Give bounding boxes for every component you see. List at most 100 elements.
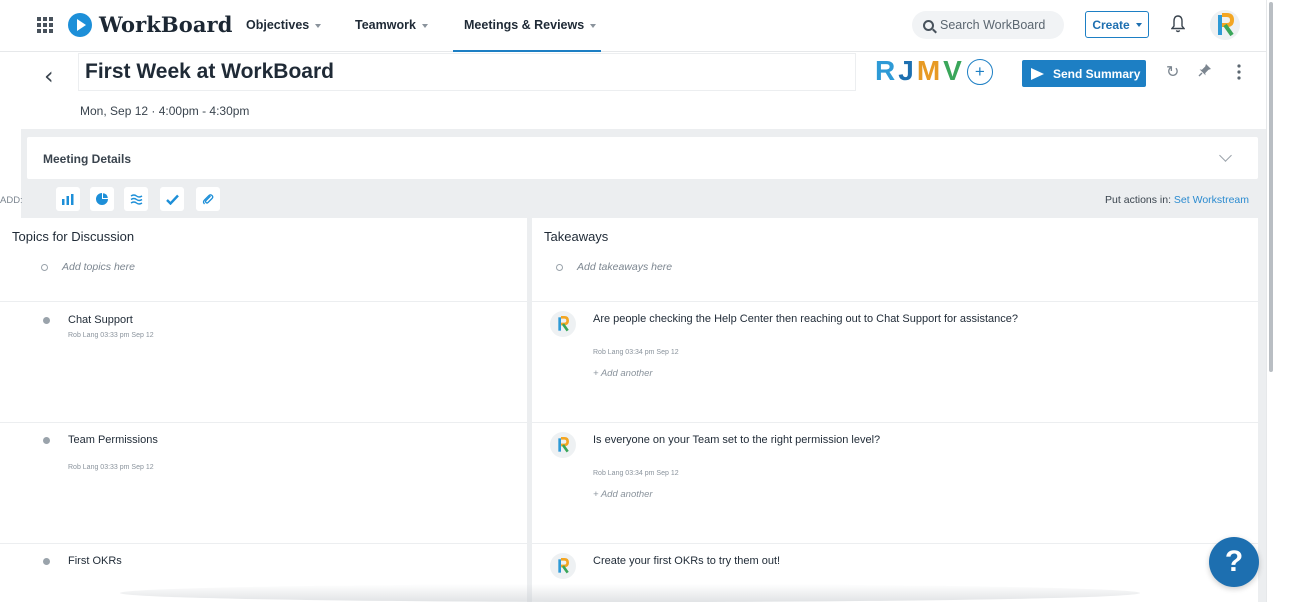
empty-bullet-icon xyxy=(41,263,48,271)
takeaway-item[interactable]: Create your first OKRs to try them out! xyxy=(550,553,780,579)
nav-meetings-label: Meetings & Reviews xyxy=(464,18,585,32)
chevron-down-icon[interactable] xyxy=(1219,149,1232,162)
topic-item[interactable]: Chat Support Rob Lang 03:33 pm Sep 12 xyxy=(43,314,154,339)
add-action-item-button[interactable] xyxy=(160,187,184,211)
takeaways-panel: Takeaways Add takeaways here Are people … xyxy=(532,218,1258,602)
bar-chart-icon xyxy=(62,193,74,205)
bullet-icon xyxy=(43,558,50,565)
takeaway-item[interactable]: Is everyone on your Team set to the righ… xyxy=(550,432,880,500)
divider xyxy=(532,543,1258,544)
search-icon xyxy=(923,19,934,31)
create-label: Create xyxy=(1092,17,1130,32)
caret-down-icon xyxy=(421,23,428,28)
add-attachment-button[interactable] xyxy=(196,187,220,211)
scrollbar-thumb[interactable] xyxy=(1269,2,1273,372)
attendee-avatar-j[interactable]: J xyxy=(898,57,914,87)
add-workstream-button[interactable] xyxy=(124,187,148,211)
topics-header: Topics for Discussion xyxy=(12,229,135,244)
takeaway-item[interactable]: Are people checking the Help Center then… xyxy=(550,311,1018,379)
brand-name: WorkBoard xyxy=(99,12,233,37)
divider xyxy=(532,422,1258,423)
topic-meta: Rob Lang 03:33 pm Sep 12 xyxy=(68,464,154,471)
nav-teamwork-label: Teamwork xyxy=(355,18,416,32)
empty-bullet-icon xyxy=(556,263,563,271)
more-options-icon[interactable] xyxy=(1237,64,1241,80)
divider xyxy=(0,543,527,544)
workstream-icon xyxy=(130,193,142,205)
topic-item[interactable]: First OKRs xyxy=(43,555,122,567)
refresh-icon[interactable]: ↻ xyxy=(1166,62,1179,82)
avatar-r-icon xyxy=(558,316,569,332)
bullet-icon xyxy=(43,317,50,324)
topic-title: Team Permissions xyxy=(68,434,158,446)
topics-panel: Topics for Discussion Add topics here Ch… xyxy=(0,218,527,602)
add-takeaway-placeholder: Add takeaways here xyxy=(577,261,673,273)
topic-title: First OKRs xyxy=(68,555,122,567)
add-topic-placeholder: Add topics here xyxy=(62,261,135,273)
avatar xyxy=(550,553,576,579)
takeaway-text: Create your first OKRs to try them out! xyxy=(593,555,781,567)
put-actions-setting: Put actions in: Set Workstream xyxy=(1105,194,1249,206)
takeaway-meta: Rob Lang 03:34 pm Sep 12 xyxy=(593,349,679,356)
workboard-logo-icon xyxy=(68,12,92,37)
avatar xyxy=(550,432,576,458)
send-icon xyxy=(1031,67,1044,80)
divider xyxy=(0,422,527,423)
avatar-r-icon xyxy=(558,558,569,574)
send-summary-label: Send Summary xyxy=(1053,66,1141,81)
nav-objectives[interactable]: Objectives xyxy=(246,18,322,32)
divider xyxy=(0,301,527,302)
meeting-details-panel[interactable]: Meeting Details xyxy=(27,137,1258,179)
pie-chart-icon xyxy=(96,193,108,205)
help-button[interactable]: ? xyxy=(1209,537,1259,587)
avatar xyxy=(550,311,576,337)
nav-meetings-reviews[interactable]: Meetings & Reviews xyxy=(464,18,597,32)
caret-down-icon xyxy=(1135,23,1142,27)
takeaway-meta: Rob Lang 03:34 pm Sep 12 xyxy=(593,470,679,477)
add-topic-input[interactable]: Add topics here xyxy=(41,261,135,273)
bell-icon[interactable] xyxy=(1171,15,1185,33)
add-another-link[interactable]: + Add another xyxy=(593,489,880,500)
takeaways-header: Takeaways xyxy=(544,229,609,244)
paperclip-icon xyxy=(202,194,214,205)
attendee-avatar-m[interactable]: M xyxy=(917,57,940,87)
search-placeholder: Search WorkBoard xyxy=(940,18,1046,32)
send-summary-button[interactable]: Send Summary xyxy=(1022,60,1146,87)
takeaway-text: Are people checking the Help Center then… xyxy=(593,313,1018,325)
search-input[interactable]: Search WorkBoard xyxy=(912,11,1064,39)
add-attendee-button[interactable]: + xyxy=(966,59,993,85)
scroll-shadow xyxy=(120,584,1140,602)
app-grid-icon[interactable] xyxy=(37,17,53,33)
bullet-icon xyxy=(43,437,50,444)
meeting-details-label: Meeting Details xyxy=(43,152,132,166)
caret-down-icon xyxy=(315,23,322,28)
takeaway-text: Is everyone on your Team set to the righ… xyxy=(593,434,881,446)
top-nav: WorkBoard Objectives Teamwork Meetings &… xyxy=(0,0,1266,52)
topic-item[interactable]: Team Permissions Rob Lang 03:33 pm Sep 1… xyxy=(43,434,158,471)
add-another-link[interactable]: + Add another xyxy=(593,368,1018,379)
logo[interactable]: WorkBoard xyxy=(68,12,233,37)
user-avatar[interactable] xyxy=(1210,10,1240,40)
back-chevron-icon[interactable]: ‹ xyxy=(44,62,54,90)
add-takeaway-input[interactable]: Add takeaways here xyxy=(556,261,672,273)
add-objective-button[interactable] xyxy=(90,187,114,211)
meeting-title-field[interactable]: First Week at WorkBoard xyxy=(78,53,856,91)
meeting-title: First Week at WorkBoard xyxy=(85,60,334,83)
scrollbar[interactable] xyxy=(1266,0,1294,602)
checkmark-icon xyxy=(165,194,179,205)
pin-icon[interactable] xyxy=(1198,63,1212,77)
nav-objectives-label: Objectives xyxy=(246,18,310,32)
set-workstream-link[interactable]: Set Workstream xyxy=(1174,194,1249,206)
attendee-avatar-v[interactable]: V xyxy=(943,57,962,87)
nav-teamwork[interactable]: Teamwork xyxy=(355,18,428,32)
active-tab-indicator xyxy=(453,50,601,52)
meeting-datetime: Mon, Sep 12 · 4:00pm - 4:30pm xyxy=(80,104,250,118)
put-actions-label: Put actions in: xyxy=(1105,194,1171,206)
avatar-r-icon xyxy=(1218,13,1234,37)
attendee-avatar-r[interactable]: R xyxy=(875,57,895,87)
add-label: ADD: xyxy=(0,195,23,206)
add-metric-button[interactable] xyxy=(56,187,80,211)
create-button[interactable]: Create xyxy=(1085,11,1149,38)
topic-meta: Rob Lang 03:33 pm Sep 12 xyxy=(68,332,154,339)
caret-down-icon xyxy=(590,23,597,28)
